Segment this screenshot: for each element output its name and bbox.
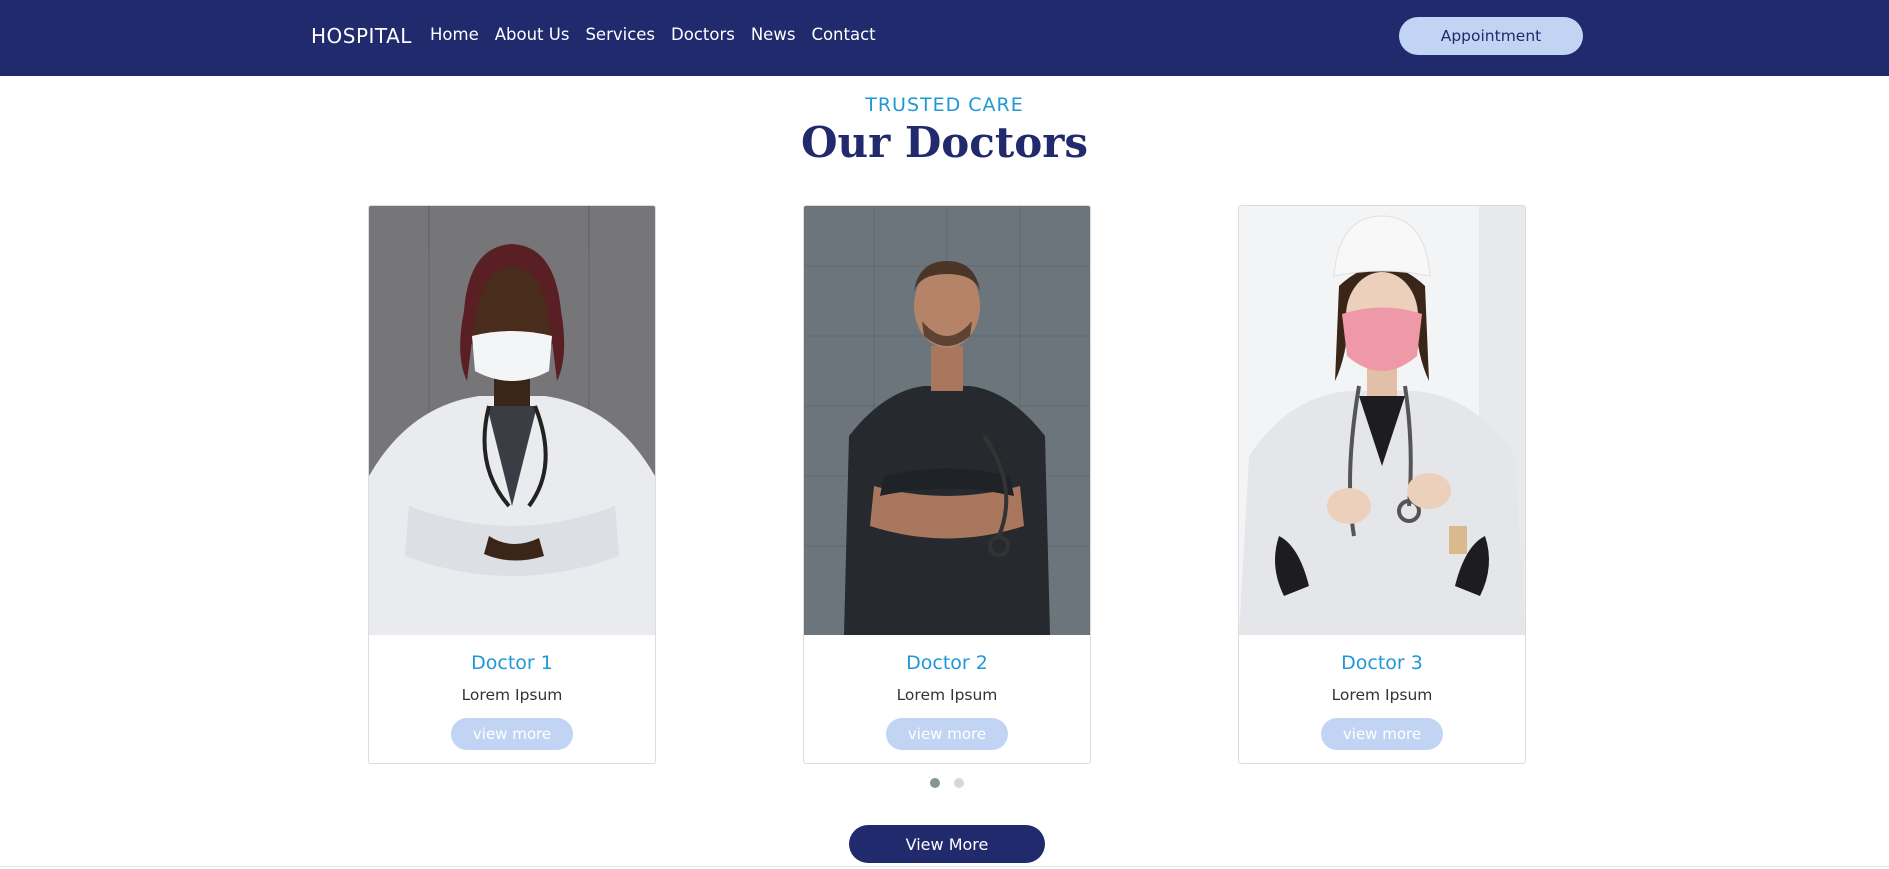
- doctor-role: Lorem Ipsum: [461, 686, 563, 704]
- nav-doctors-link[interactable]: Doctors: [671, 25, 735, 44]
- doctor-role: Lorem Ipsum: [896, 686, 998, 704]
- carousel-dot-2[interactable]: [954, 778, 964, 788]
- nav-services-link[interactable]: Services: [585, 25, 655, 44]
- section-title: Our Doctors: [800, 118, 1089, 167]
- nav-news-link[interactable]: News: [751, 25, 796, 44]
- doctor-name: Doctor 3: [1341, 652, 1423, 674]
- appointment-button[interactable]: Appointment: [1399, 17, 1583, 55]
- view-more-button[interactable]: view more: [1321, 718, 1443, 750]
- doctor-name: Doctor 2: [906, 652, 988, 674]
- brand-logo[interactable]: HOSPITAL: [311, 24, 412, 48]
- carousel-dot-1[interactable]: [930, 778, 940, 788]
- nav-home-link[interactable]: Home: [430, 25, 479, 44]
- doctor-card: Doctor 2 Lorem Ipsum view more: [803, 205, 1091, 764]
- nav-about-link[interactable]: About Us: [495, 25, 570, 44]
- doctor-card: Doctor 1 Lorem Ipsum view more: [368, 205, 656, 764]
- doctor-2-photo: [804, 206, 1090, 635]
- doctor-role: Lorem Ipsum: [1331, 686, 1433, 704]
- view-more-doctors-button[interactable]: View More: [849, 825, 1045, 863]
- view-more-button[interactable]: view more: [886, 718, 1008, 750]
- top-navbar: HOSPITAL Home About Us Services Doctors …: [0, 0, 1889, 76]
- doctor-1-photo: [369, 206, 655, 635]
- view-more-button[interactable]: view more: [451, 718, 573, 750]
- doctor-card: Doctor 3 Lorem Ipsum view more: [1238, 205, 1526, 764]
- doctor-name: Doctor 1: [471, 652, 553, 674]
- section-divider: [0, 866, 1889, 867]
- nav-contact-link[interactable]: Contact: [811, 25, 875, 44]
- main-nav: Home About Us Services Doctors News Cont…: [430, 25, 892, 44]
- section-eyebrow: TRUSTED CARE: [865, 94, 1024, 116]
- doctor-3-photo: [1239, 206, 1525, 635]
